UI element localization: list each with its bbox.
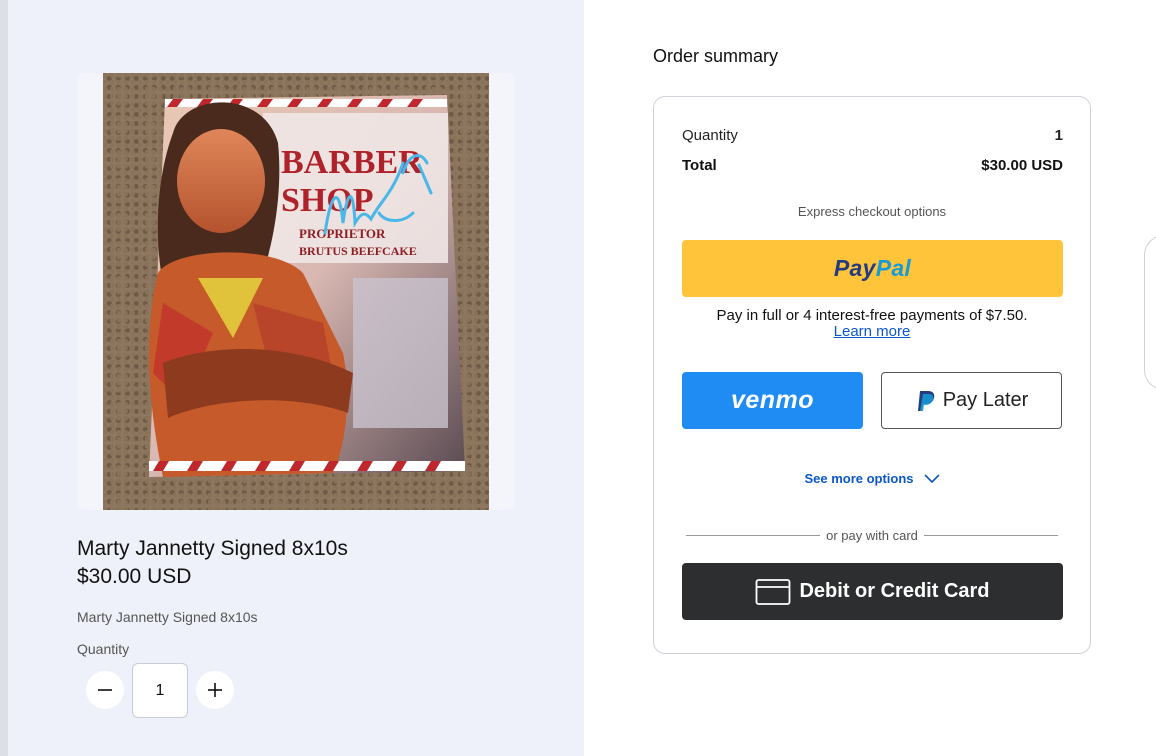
product-photo: BARBER SHOP PROPRIETOR BRUTUS BEEFCAKE	[103, 73, 489, 510]
quantity-input[interactable]	[132, 663, 188, 718]
plus-icon	[208, 683, 222, 697]
checkout-page: BARBER SHOP PROPRIETOR BRUTUS BEEFCAKE M…	[0, 0, 1156, 756]
debit-credit-card-label: Debit or Credit Card	[799, 580, 990, 602]
learn-more-link[interactable]: Learn more	[654, 323, 1090, 340]
paypal-logo-pay: Pay	[833, 255, 876, 281]
venmo-button[interactable]: venmo	[682, 372, 863, 429]
paypal-button[interactable]: PayPal	[682, 240, 1063, 297]
minus-icon	[98, 689, 112, 691]
order-summary-heading: Order summary	[653, 46, 779, 66]
paypal-logo: PayPal	[834, 255, 911, 282]
increase-quantity-button[interactable]	[196, 671, 234, 709]
order-summary-card: Quantity 1 Total $30.00 USD Express chec…	[653, 96, 1091, 654]
pay-in-4-text: Pay in full or 4 interest-free payments …	[716, 307, 1028, 324]
summary-total-value: $30.00 USD	[981, 157, 1063, 174]
express-checkout-label: Express checkout options	[797, 204, 947, 219]
divider-line-right	[923, 534, 1059, 536]
face	[177, 129, 265, 233]
poster-lower	[353, 278, 448, 428]
poster-text-proprietor: PROPRIETOR	[299, 226, 386, 241]
window-edge	[0, 0, 8, 756]
poster-text-beefcake: BRUTUS BEEFCAKE	[299, 244, 417, 258]
paypal-logo-pal: Pal	[875, 255, 912, 281]
pay-with-card-divider: or pay with card	[686, 527, 1059, 543]
airmail-stripe-bottom	[149, 461, 465, 471]
chevron-down-icon	[923, 473, 940, 483]
divider-text: or pay with card	[826, 527, 918, 543]
pay-later-label: Pay Later	[942, 389, 1029, 411]
debit-credit-card-button[interactable]: Debit or Credit Card	[682, 563, 1063, 620]
see-more-label: See more options	[804, 471, 914, 486]
product-title: Marty Jannetty Signed 8x10s	[77, 537, 348, 560]
credit-card-icon	[756, 578, 791, 605]
paypal-p-icon	[917, 390, 934, 411]
pay-later-button[interactable]: Pay Later	[881, 372, 1062, 429]
venmo-logo: venmo	[730, 386, 815, 414]
product-image-card: BARBER SHOP PROPRIETOR BRUTUS BEEFCAKE	[77, 73, 515, 510]
product-price: $30.00 USD	[77, 565, 192, 588]
summary-quantity-label: Quantity	[682, 127, 738, 144]
quantity-label: Quantity	[77, 641, 130, 657]
summary-total-row: Total $30.00 USD	[682, 157, 1063, 174]
offscreen-panel-edge	[1144, 235, 1156, 390]
summary-total-label: Total	[682, 157, 717, 174]
summary-quantity-row: Quantity 1	[682, 127, 1063, 144]
summary-quantity-value: 1	[1054, 127, 1063, 144]
divider-line-left	[686, 534, 821, 536]
signed-photo-illustration: BARBER SHOP PROPRIETOR BRUTUS BEEFCAKE	[148, 95, 465, 477]
decrease-quantity-button[interactable]	[86, 671, 124, 709]
product-description: Marty Jannetty Signed 8x10s	[77, 609, 258, 625]
see-more-options-link[interactable]: See more options	[654, 471, 1090, 486]
